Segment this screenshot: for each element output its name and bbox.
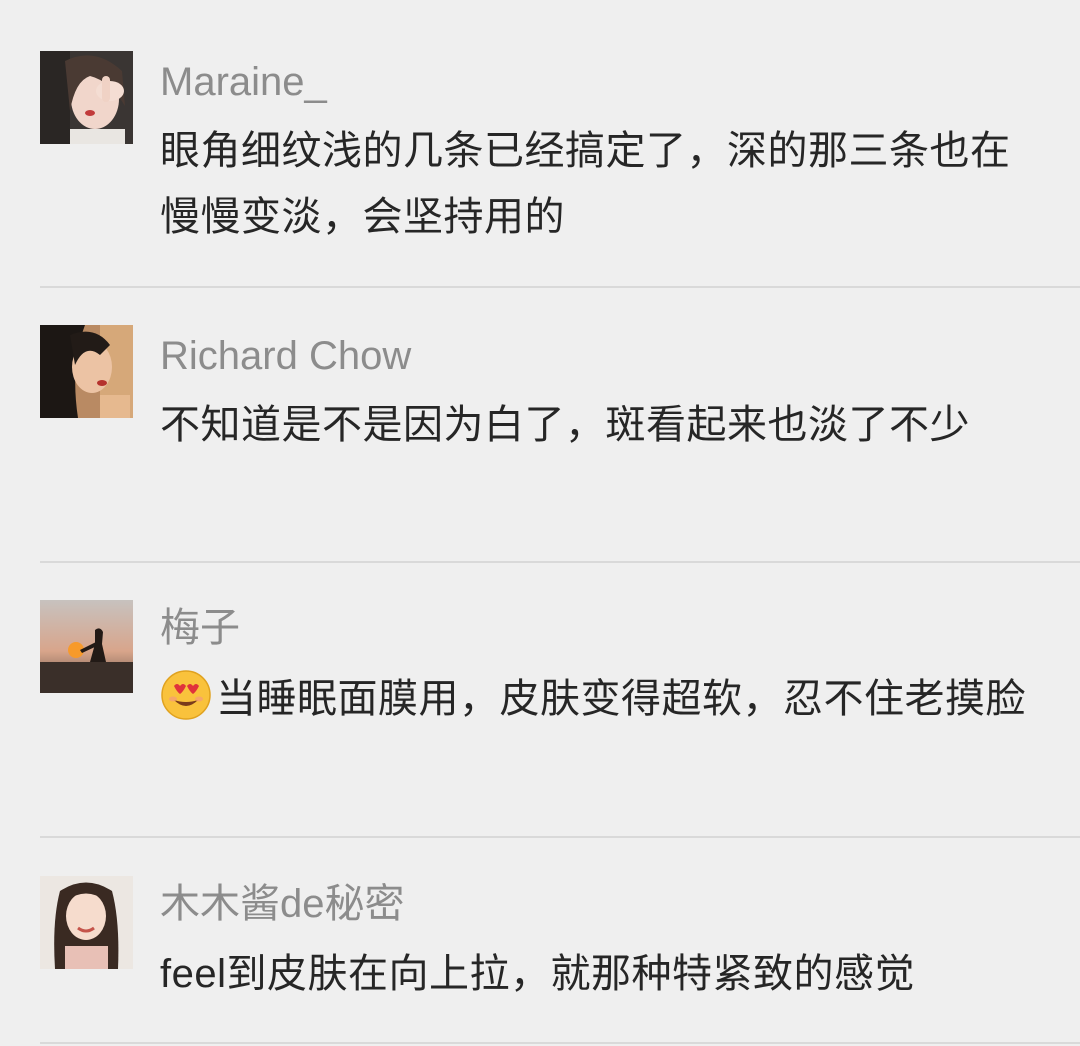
comment-text-body: 当睡眠面膜用，皮肤变得超软，忍不住老摸脸 [216, 677, 1026, 721]
divider [40, 836, 1080, 838]
user-name[interactable]: Richard Chow [160, 332, 411, 380]
avatar[interactable] [40, 600, 133, 693]
avatar[interactable] [40, 51, 133, 144]
comment-list: Maraine_ 眼角细纹浅的几条已经搞定了，深的那三条也在慢慢变淡，会坚持用的… [0, 0, 1080, 1046]
user-name[interactable]: 梅子 [160, 604, 240, 652]
avatar-photo-woman-profile [40, 325, 133, 418]
comment-text: feel到皮肤在向上拉，就那种特紧致的感觉 [160, 952, 915, 996]
comment-text: 当睡眠面膜用，皮肤变得超软，忍不住老摸脸 [160, 666, 1030, 732]
smiling-face-with-heart-eyes-emoji [160, 669, 212, 721]
avatar[interactable] [40, 876, 133, 969]
comment-text: 不知道是不是因为白了，斑看起来也淡了不少 [160, 403, 970, 447]
divider [40, 286, 1080, 288]
avatar-photo-woman-smiling [40, 876, 133, 969]
avatar-photo-sunset-silhouette [40, 600, 133, 693]
divider [40, 561, 1080, 563]
avatar[interactable] [40, 325, 133, 418]
comment-text: 眼角细纹浅的几条已经搞定了，深的那三条也在慢慢变淡，会坚持用的 [160, 129, 1011, 239]
divider [40, 1042, 1080, 1044]
user-name[interactable]: Maraine_ [160, 58, 327, 106]
avatar-photo-woman-hand-on-face [40, 51, 133, 144]
user-name[interactable]: 木木酱de秘密 [160, 880, 405, 928]
